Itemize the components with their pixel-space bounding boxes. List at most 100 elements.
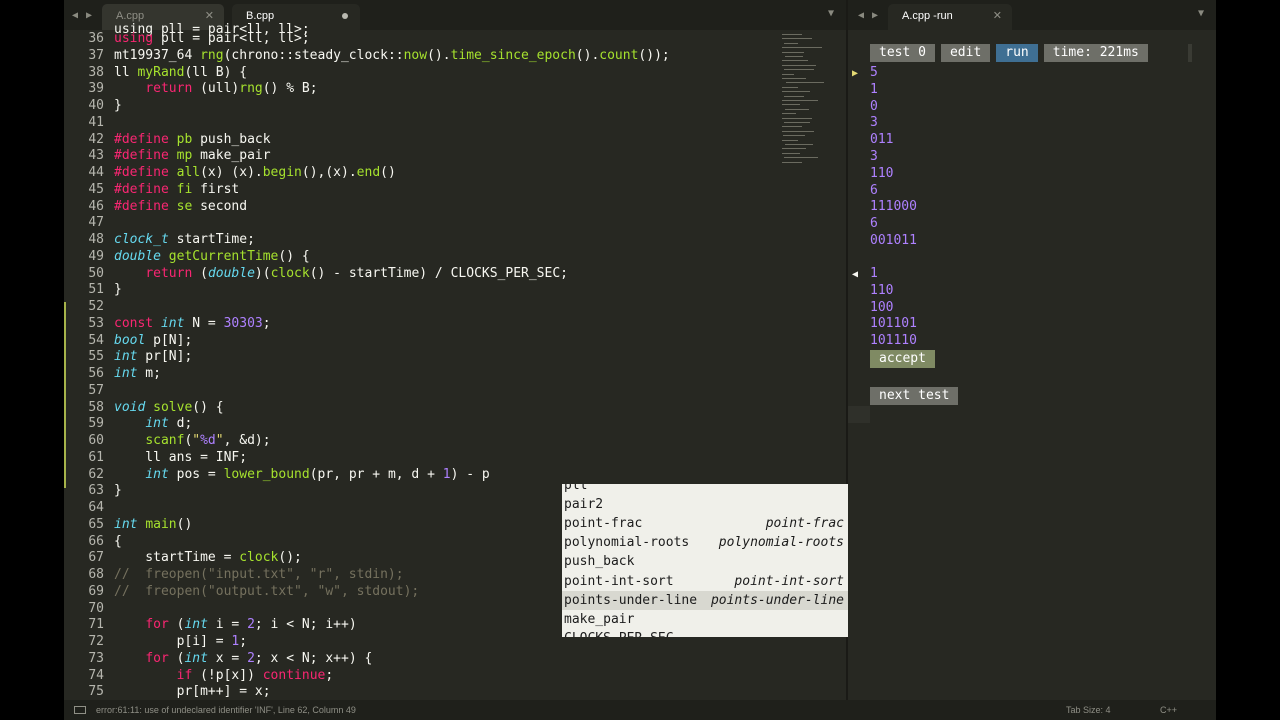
edit-button[interactable]: edit — [940, 44, 991, 62]
autocomplete-hint: point-int-sort — [734, 573, 844, 589]
code-line: bool p[N]; — [114, 332, 193, 348]
code-line: for (int x = 2; x < N; x++) { — [145, 650, 373, 666]
chevron-down-icon[interactable]: ▼ — [1198, 8, 1204, 19]
code-line: } — [114, 98, 122, 113]
chevron-left-icon[interactable]: ◀ — [858, 10, 864, 21]
input-cursor-line[interactable] — [848, 406, 870, 423]
line-number: 66 — [88, 533, 104, 549]
line-number: 59 — [88, 416, 104, 432]
line-number: 52 — [88, 299, 104, 314]
tab-size-selector[interactable]: Tab Size: 4 — [1066, 705, 1111, 715]
minimap-line — [782, 130, 814, 132]
minimap-line — [782, 73, 794, 75]
code-line: void solve() { — [114, 399, 224, 415]
minimap-line — [782, 152, 800, 154]
minimap-line — [782, 64, 816, 66]
next-test-button[interactable]: next test — [870, 387, 959, 405]
tab-nav-arrows: ◀ ▶ — [72, 0, 92, 30]
test-button[interactable]: test 0 — [870, 44, 935, 62]
time-badge: time: 221ms — [1043, 44, 1148, 62]
minimap-line — [782, 113, 796, 115]
autocomplete-label: points-under-line — [564, 592, 698, 608]
minimap-line — [784, 42, 798, 44]
autocomplete-item[interactable]: points-under-line points-under-line — [562, 590, 850, 610]
line-number: 38 — [88, 64, 104, 80]
code-line: for (int i = 2; i < N; i++) — [145, 617, 357, 633]
line-number: 61 — [88, 449, 104, 465]
line-number: 36 — [88, 31, 104, 46]
test-input-line: 6 — [870, 182, 878, 198]
test-input-line: 111000 — [870, 199, 917, 215]
autocomplete-item[interactable]: polynomial-roots polynomial-roots — [562, 533, 850, 552]
autocomplete-item[interactable]: point-frac point-frac — [562, 514, 850, 533]
test-input-line: 1 — [870, 81, 878, 97]
autocomplete-label: make_pair — [564, 611, 635, 627]
autocomplete-item[interactable]: push_back — [562, 552, 850, 571]
line-number: 56 — [88, 366, 104, 381]
chevron-left-icon[interactable]: ◀ — [72, 10, 78, 21]
line-number: 72 — [88, 634, 104, 649]
autocomplete-popup[interactable]: pll pair2 point-frac point-frac polynomial-r… — [562, 484, 850, 637]
line-number: 65 — [88, 516, 104, 532]
code-line: } — [114, 483, 122, 499]
autocomplete-item[interactable]: make_pair — [562, 610, 850, 629]
autocomplete-item[interactable]: point-int-sort point-int-sort — [562, 572, 850, 591]
chevron-right-icon[interactable]: ▶ — [86, 10, 92, 21]
code-line: scanf("%d", &d); — [145, 433, 271, 448]
line-number: 48 — [88, 232, 104, 247]
code-line: #define fi first — [114, 181, 240, 197]
minimap-line — [786, 82, 824, 84]
autocomplete-label: pair2 — [564, 497, 604, 513]
line-number: 64 — [88, 500, 104, 515]
minimap-line — [782, 78, 806, 79]
chevron-down-icon[interactable]: ▼ — [828, 8, 834, 19]
code-line: pr[m++] = x; — [114, 684, 271, 700]
line-number: 55 — [88, 349, 104, 365]
panel-toggle-icon[interactable] — [74, 706, 86, 714]
line-number: 46 — [88, 198, 104, 214]
minimap-line — [784, 122, 810, 123]
line-number: 71 — [88, 617, 104, 633]
line-number: 68 — [88, 567, 104, 582]
minimap-line — [785, 108, 809, 110]
minimap-line — [785, 144, 813, 145]
line-number: 58 — [88, 399, 104, 415]
accept-button[interactable]: accept — [870, 350, 935, 368]
code-line: int pr[N]; — [114, 349, 193, 365]
minimap-line — [782, 47, 822, 49]
tab-a-cpp-run[interactable]: A.cpp -run ✕ — [888, 4, 1012, 30]
chevron-right-icon[interactable]: ▶ — [872, 10, 878, 21]
code-line: return (ull)rng() % B; — [145, 81, 318, 97]
minimap-line — [782, 86, 798, 88]
test-output-line: 1 — [870, 266, 878, 281]
minimap-line — [782, 38, 812, 40]
minimap[interactable] — [782, 30, 830, 170]
output-fold-icon[interactable]: ◀ — [852, 266, 858, 283]
run-panel: test 0 edit run time: 221ms ▶ ◀ 5 1 0 3 011 3… — [848, 30, 1216, 700]
minimap-line — [782, 34, 802, 35]
status-bar: error:61:11: use of undeclared identifie… — [64, 700, 1216, 720]
code-line: } — [114, 282, 122, 298]
line-number: 69 — [88, 583, 104, 599]
minimap-line — [784, 69, 814, 71]
code-line: ll myRand(ll B) { — [114, 64, 248, 80]
code-line: const int N = 30303; — [114, 315, 271, 331]
close-icon[interactable]: ✕ — [993, 4, 1002, 28]
autocomplete-label: CLOCKS_PER_SEC — [564, 629, 674, 637]
run-button[interactable]: run — [996, 44, 1038, 62]
autocomplete-label: point-int-sort — [564, 573, 674, 589]
line-number: 51 — [88, 282, 104, 298]
autocomplete-label: polynomial-roots — [564, 535, 690, 551]
autocomplete-label: pll — [564, 484, 588, 493]
autocomplete-item[interactable]: pll — [562, 484, 850, 495]
autocomplete-item[interactable]: CLOCKS_PER_SEC — [562, 629, 850, 637]
input-fold-icon[interactable]: ▶ — [852, 65, 858, 82]
unsaved-dot-icon[interactable] — [342, 13, 348, 19]
line-number: 50 — [88, 265, 104, 281]
autocomplete-item[interactable]: pair2 — [562, 495, 850, 514]
line-number: 67 — [88, 550, 104, 566]
minimap-line — [782, 117, 812, 119]
minimap-line — [782, 91, 810, 93]
syntax-selector[interactable]: C++ — [1160, 705, 1177, 715]
code-line: // freopen("output.txt", "w", stdout); — [114, 583, 420, 599]
